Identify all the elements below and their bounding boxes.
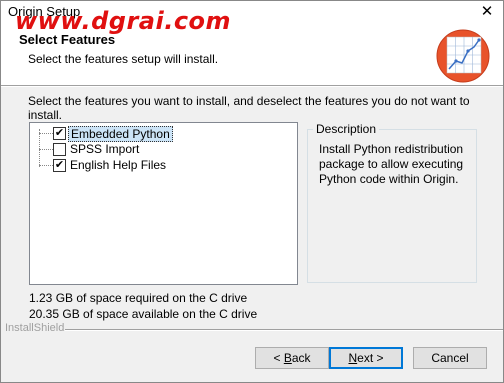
description-text: Install Python redistribution package to… — [319, 142, 464, 186]
feature-label[interactable]: SPSS Import — [68, 142, 141, 156]
space-available-text: 20.35 GB of space available on the C dri… — [29, 307, 258, 321]
header-panel: Origin Setup www.dgrai.com ✕ Select Feat… — [1, 1, 503, 85]
feature-item-english-help-files[interactable]: ✔ English Help Files — [30, 157, 290, 173]
feature-item-embedded-python[interactable]: ✔ Embedded Python — [30, 125, 290, 142]
back-button-accesskey: B — [283, 351, 292, 365]
page-title: Select Features — [19, 32, 116, 47]
close-button[interactable]: ✕ — [475, 3, 499, 23]
feature-label[interactable]: English Help Files — [68, 158, 168, 172]
page-subtitle: Select the features setup will install. — [28, 52, 219, 66]
setup-window: Origin Setup www.dgrai.com ✕ Select Feat… — [0, 0, 504, 383]
back-button[interactable]: < Back — [255, 347, 329, 369]
tree-connector — [39, 165, 53, 166]
instruction-text: Select the features you want to install,… — [28, 94, 470, 122]
feature-checkbox-english-help-files[interactable]: ✔ — [53, 159, 66, 172]
tree-connector — [39, 133, 53, 134]
feature-checkbox-embedded-python[interactable]: ✔ — [53, 127, 66, 140]
origin-logo-icon — [436, 29, 490, 83]
feature-tree[interactable]: ✔ Embedded Python SPSS Import ✔ English … — [29, 122, 298, 285]
description-title: Description — [313, 122, 380, 136]
feature-checkbox-spss-import[interactable] — [53, 143, 66, 156]
footer-divider — [65, 329, 503, 331]
watermark-text: www.dgrai.com — [15, 7, 232, 35]
back-button-label: ack — [291, 351, 311, 365]
checkmark-icon: ✔ — [54, 127, 65, 139]
next-button[interactable]: Next > — [329, 347, 403, 369]
space-required-text: 1.23 GB of space required on the C drive — [29, 291, 248, 305]
header-divider — [1, 85, 503, 87]
tree-connector — [39, 149, 53, 150]
next-button-accesskey: N — [348, 351, 358, 365]
installshield-brand: InstallShield — [5, 322, 65, 334]
next-button-label: ext > — [357, 351, 384, 365]
cancel-button[interactable]: Cancel — [413, 347, 487, 369]
feature-label[interactable]: Embedded Python — [68, 126, 173, 142]
back-button-prefix: < — [273, 351, 284, 365]
checkmark-icon: ✔ — [54, 159, 65, 171]
feature-item-spss-import[interactable]: SPSS Import — [30, 141, 290, 157]
